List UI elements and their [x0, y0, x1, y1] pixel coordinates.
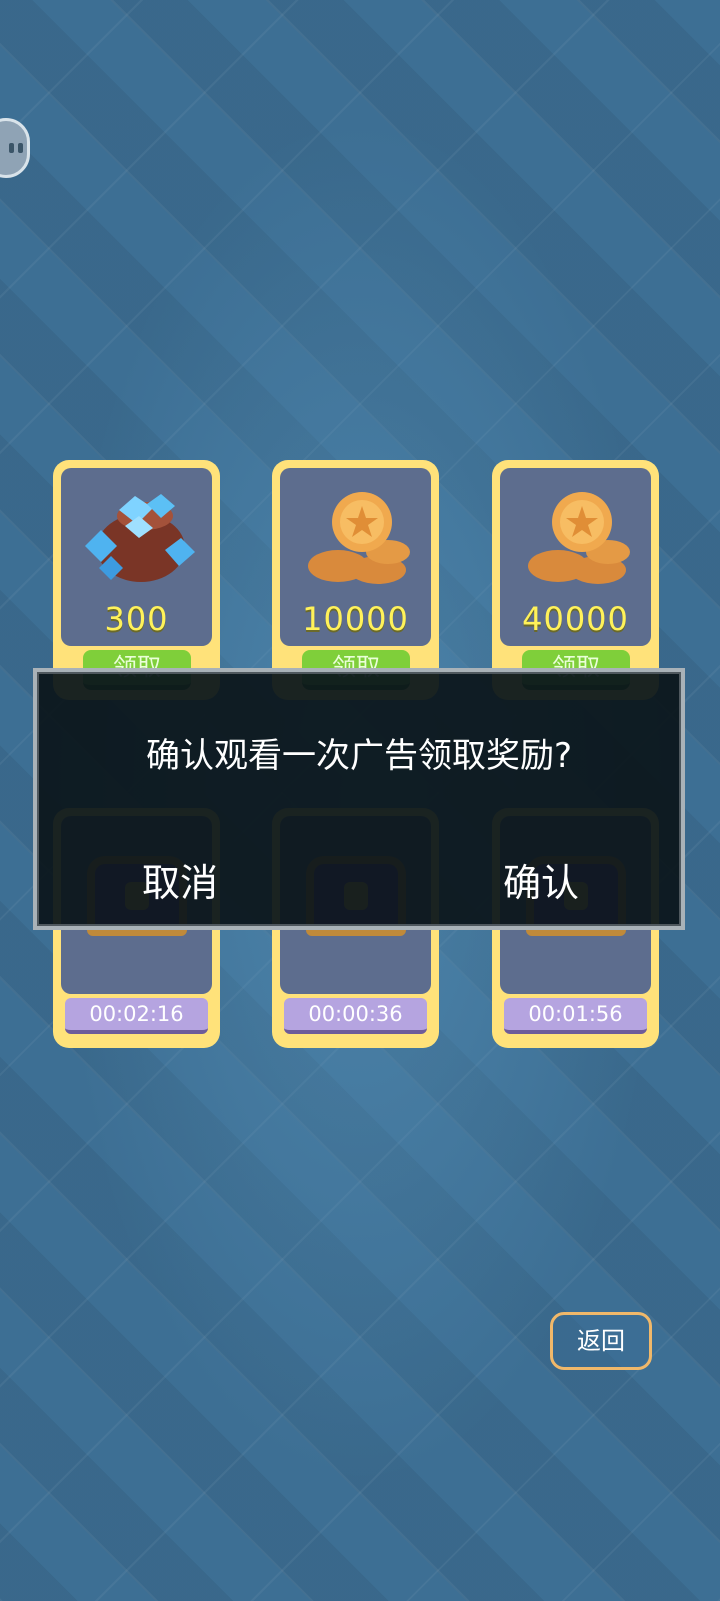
reward-card-gems: 300 领取: [53, 460, 220, 700]
reward-card-panel: 10000: [280, 468, 431, 646]
chest-timer: 00:00:36: [284, 998, 427, 1034]
reward-card-coins: 10000 领取: [272, 460, 439, 700]
confirm-ad-dialog: 确认观看一次广告领取奖励? 取消 确认: [33, 668, 685, 930]
floating-assistant-button[interactable]: [0, 118, 30, 178]
reward-amount: 40000: [522, 600, 629, 638]
gems-bag-icon: [85, 494, 195, 582]
dialog-message: 确认观看一次广告领取奖励?: [145, 736, 573, 776]
reward-amount: 300: [104, 600, 169, 638]
back-button[interactable]: 返回: [550, 1312, 652, 1370]
reward-card-panel: 300: [61, 468, 212, 646]
cancel-button[interactable]: 取消: [142, 852, 218, 907]
gold-coins-icon: [308, 492, 410, 584]
reward-card-panel: 40000: [500, 468, 651, 646]
chest-timer: 00:01:56: [504, 998, 647, 1034]
reward-amount: 10000: [302, 600, 409, 638]
reward-card-coins: 40000 领取: [492, 460, 659, 700]
gold-coins-icon: [528, 492, 630, 584]
confirm-button[interactable]: 确认: [503, 852, 579, 907]
chest-timer: 00:02:16: [65, 998, 208, 1034]
